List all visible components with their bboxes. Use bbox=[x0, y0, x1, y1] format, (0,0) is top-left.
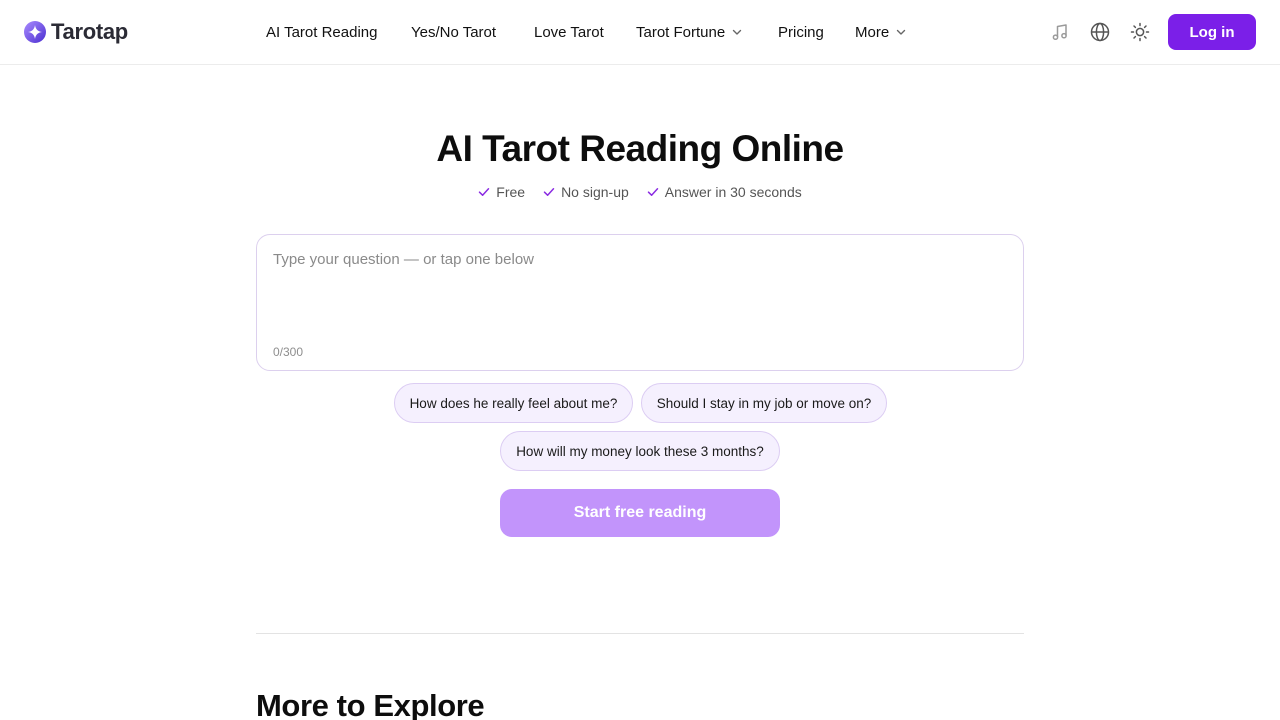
nav-label: Love Tarot bbox=[534, 23, 604, 41]
explore-heading: More to Explore bbox=[256, 688, 485, 720]
globe-icon[interactable] bbox=[1089, 21, 1111, 43]
nav-label: Yes/No Tarot bbox=[411, 23, 497, 41]
chevron-down-icon bbox=[733, 29, 742, 35]
nav-ai-tarot-reading[interactable]: AI Tarot Reading bbox=[266, 22, 377, 42]
check-icon bbox=[647, 188, 659, 196]
music-icon[interactable] bbox=[1049, 21, 1071, 43]
feature-label: No sign-up bbox=[561, 184, 629, 200]
start-reading-button[interactable]: Start free reading bbox=[500, 489, 780, 537]
feature-item: No sign-up bbox=[543, 184, 629, 200]
feature-item: Free bbox=[478, 184, 525, 200]
question-box: 0/300 bbox=[256, 234, 1024, 371]
nav-yes-no-tarot[interactable]: Yes/No Tarot bbox=[411, 22, 496, 42]
nav-more[interactable]: More bbox=[855, 22, 907, 42]
feature-item: Answer in 30 seconds bbox=[647, 184, 802, 200]
nav-pricing[interactable]: Pricing bbox=[778, 22, 824, 42]
nav-love-tarot[interactable]: Love Tarot bbox=[534, 22, 604, 42]
nav-label: Pricing bbox=[778, 23, 824, 41]
check-icon bbox=[479, 188, 490, 196]
page-title: AI Tarot Reading Online bbox=[436, 128, 844, 169]
suggestion-chip[interactable]: How will my money look these 3 months? bbox=[500, 431, 780, 471]
chevron-down-icon bbox=[896, 29, 906, 35]
main-nav: AI Tarot Reading Yes/No Tarot Love Tarot… bbox=[0, 0, 1280, 64]
site-header: Tarotap AI Tarot Reading Yes/No Tarot Lo… bbox=[0, 0, 1280, 65]
suggestion-chip[interactable]: Should I stay in my job or move on? bbox=[641, 383, 887, 423]
nav-label: AI Tarot Reading bbox=[266, 23, 378, 41]
feature-label: Answer in 30 seconds bbox=[664, 184, 802, 200]
question-input[interactable] bbox=[273, 251, 1009, 331]
sun-icon[interactable] bbox=[1129, 21, 1151, 43]
section-divider bbox=[256, 633, 1024, 634]
login-button[interactable]: Log in bbox=[1168, 14, 1256, 50]
char-counter: 0/300 bbox=[273, 345, 304, 359]
check-icon bbox=[543, 188, 555, 196]
feature-list: Free No sign-up Answer in 30 seconds bbox=[0, 184, 1280, 200]
suggestion-chip[interactable]: How does he really feel about me? bbox=[394, 383, 633, 423]
nav-tarot-fortune[interactable]: Tarot Fortune bbox=[636, 22, 743, 42]
nav-label: More bbox=[855, 23, 890, 41]
nav-label: Tarot Fortune bbox=[636, 23, 726, 41]
feature-label: Free bbox=[496, 184, 526, 200]
